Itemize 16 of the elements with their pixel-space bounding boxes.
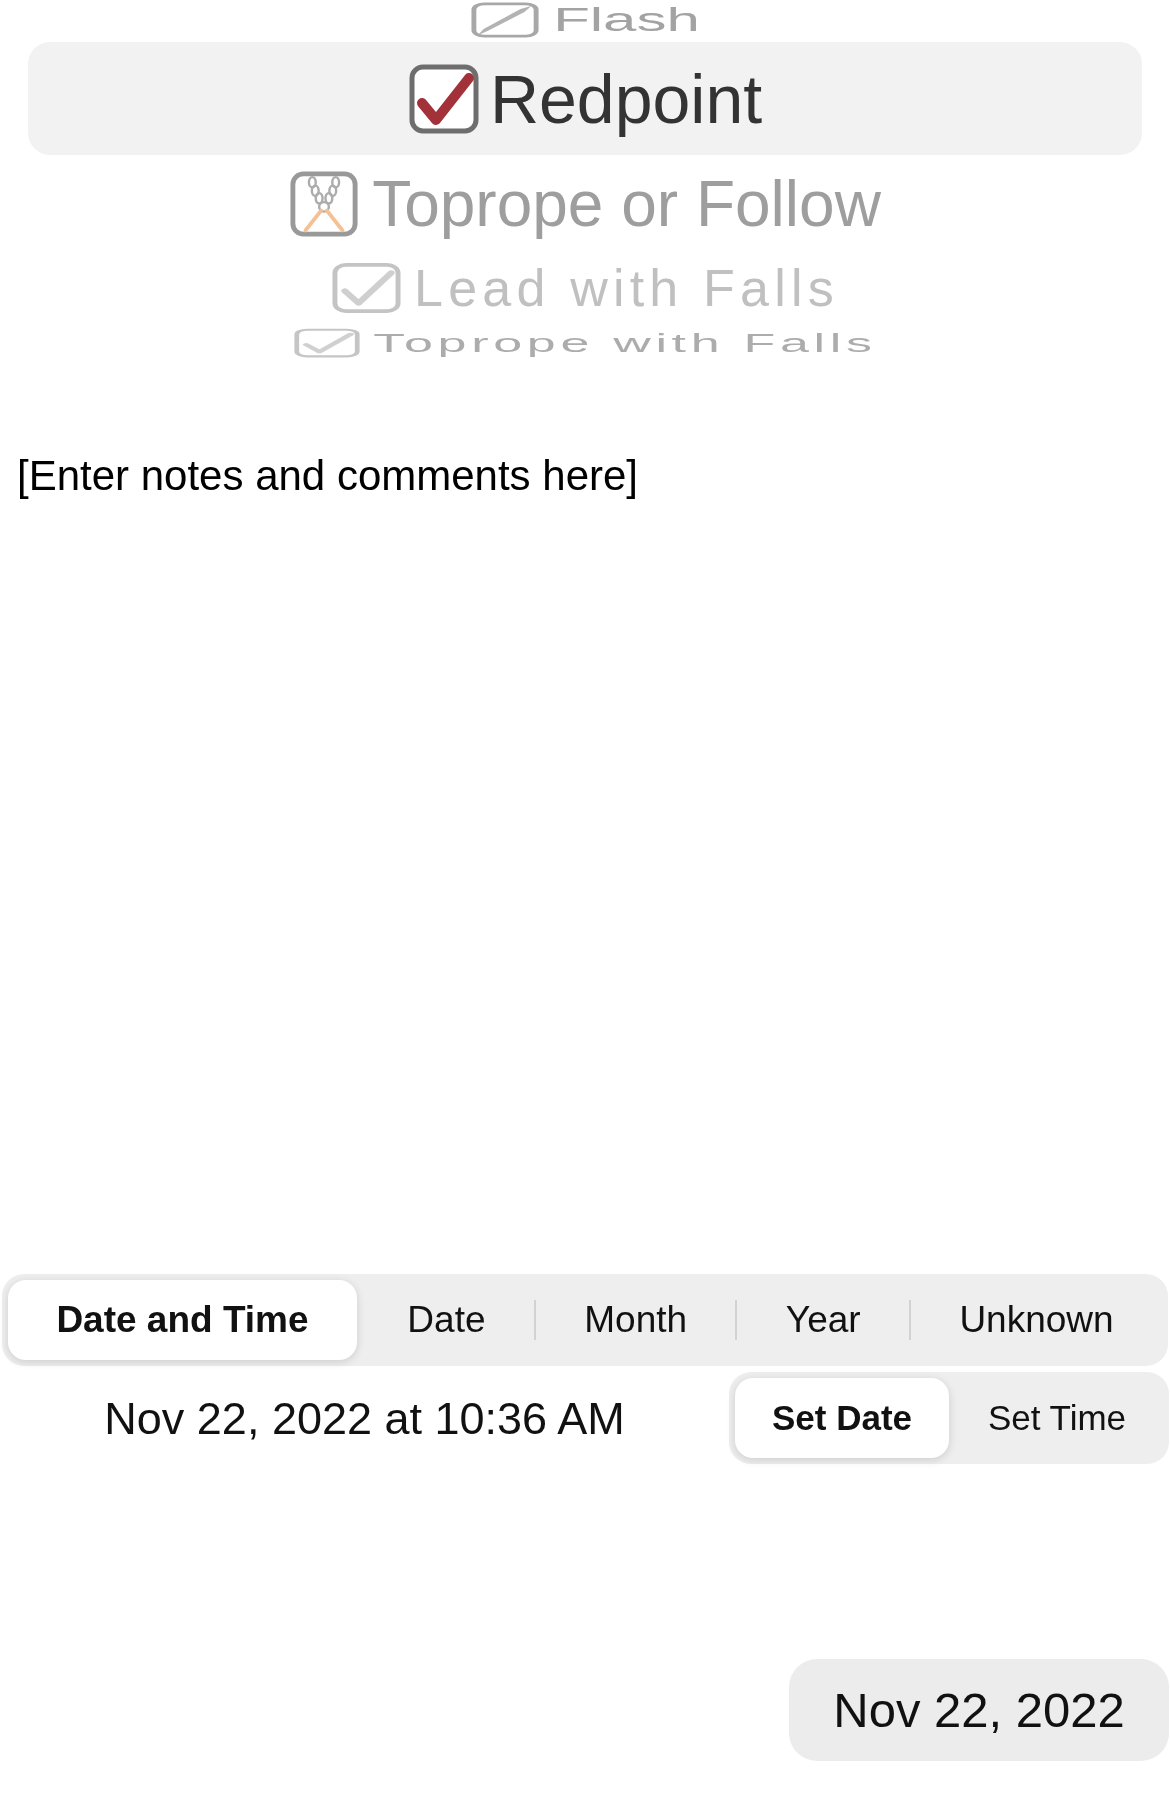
chains-icon	[289, 170, 360, 238]
segment-tab[interactable]: Set Time	[951, 1378, 1163, 1458]
segment-tab[interactable]: Month	[535, 1280, 736, 1360]
segment-tab[interactable]: Set Date	[735, 1378, 949, 1458]
segment-tab[interactable]: Year	[737, 1280, 909, 1360]
date-button[interactable]: Nov 22, 2022	[789, 1659, 1169, 1761]
slashed-box-icon	[470, 1, 541, 39]
picker-option[interactable]: Redpoint	[28, 42, 1142, 155]
checked-box-icon	[293, 328, 362, 358]
segment-tab[interactable]: Unknown	[911, 1280, 1162, 1360]
notes-field[interactable]: [Enter notes and comments here]	[0, 440, 1170, 1260]
segment-tab[interactable]: Date and Time	[8, 1280, 357, 1360]
date-time-value: Nov 22, 2022 at 10:36 AM	[104, 1395, 625, 1441]
segment-tab[interactable]: Date	[359, 1280, 534, 1360]
checked-box-icon	[331, 262, 403, 314]
checked-box-icon	[407, 62, 480, 135]
